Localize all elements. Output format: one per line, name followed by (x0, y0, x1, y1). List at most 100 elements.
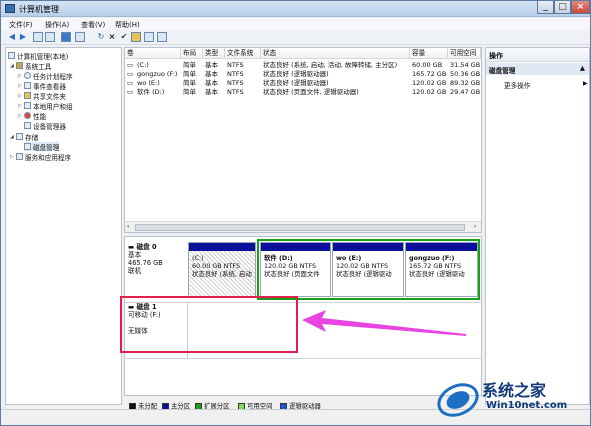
cell-volume: 软件 (D:) (137, 88, 165, 96)
tree-item-event-viewer[interactable]: ▷ 事件查看器 (18, 81, 66, 91)
window-title: 计算机管理 (19, 5, 59, 14)
volume-list: 卷 布局 类型 文件系统 状态 容量 可用空间 ▭ (C:) 简单 基本 NTF… (124, 47, 482, 233)
back-icon[interactable]: ◀ (7, 32, 17, 42)
check-icon[interactable]: ✔ (119, 32, 129, 42)
col-free-space[interactable]: 可用空间 (448, 48, 481, 59)
open-folder-icon[interactable] (131, 32, 141, 42)
disk-icon: ▬ (128, 243, 137, 251)
submenu-arrow-icon[interactable]: ▶ (583, 80, 588, 87)
tree-item-computer[interactable]: 计算机管理(本地) (8, 51, 68, 61)
tree-item-storage[interactable]: ◢ 存储 (10, 132, 38, 142)
cell-type: 基本 (205, 61, 218, 69)
table-row[interactable]: ▭ (C:) 简单 基本 NTFS 状态良好 (系统, 启动, 活动, 故障转储… (125, 61, 481, 70)
cell-fs: NTFS (227, 61, 244, 69)
actions-pane: 操作 磁盘管理 ▲ 更多操作 ▶ (485, 47, 590, 405)
cell-status: 状态良好 (逻辑驱动器) (263, 79, 329, 87)
clock-icon (24, 72, 31, 79)
watermark-title: 系统之家 (482, 381, 547, 400)
tree-item-shared-folders[interactable]: ▷ 共享文件夹 (18, 91, 66, 101)
horizontal-scrollbar[interactable]: ‹ › (125, 221, 481, 232)
tree-item-system-tools[interactable]: ◢ 系统工具 (10, 61, 51, 71)
menu-help[interactable]: 帮助(H) (115, 20, 140, 30)
scroll-right-icon[interactable]: › (474, 223, 476, 230)
cell-fs: NTFS (227, 70, 244, 78)
cell-capacity: 165.72 GB (412, 70, 447, 78)
cell-volume: (C:) (137, 61, 149, 69)
cell-type: 基本 (205, 88, 218, 96)
cell-capacity: 120.02 GB (412, 88, 447, 96)
col-status[interactable]: 状态 (261, 48, 410, 59)
tree-item-disk-management[interactable]: 磁盘管理 (24, 142, 60, 152)
title-bar[interactable]: 计算机管理 _ □ × (1, 1, 590, 17)
cell-status: 状态良好 (逻辑驱动器) (263, 70, 329, 78)
services-icon (16, 153, 23, 160)
col-layout[interactable]: 布局 (181, 48, 203, 59)
search-icon[interactable] (144, 32, 154, 42)
menu-view[interactable]: 查看(V) (81, 20, 105, 30)
drive-icon: ▭ (127, 61, 134, 69)
users-icon (24, 102, 31, 109)
scroll-left-icon[interactable]: ‹ (127, 223, 129, 230)
disk0-label[interactable]: ▬ 磁盘 0 基本 465.76 GB 联机 (128, 243, 186, 275)
cell-type: 基本 (205, 70, 218, 78)
drive-icon: ▭ (127, 88, 134, 96)
maximize-button[interactable]: □ (554, 1, 571, 14)
menu-action[interactable]: 操作(A) (45, 20, 69, 30)
partition-f[interactable]: gongzuo (F:) 165.72 GB NTFS 状态良好 (逻辑驱动 (405, 242, 478, 297)
folder-icon (24, 92, 31, 99)
partition-e[interactable]: wo (E:) 120.02 GB NTFS 状态良好 (逻辑驱动 (332, 242, 404, 297)
tree-item-local-users[interactable]: ▷ 本地用户和组 (18, 101, 73, 111)
table-row[interactable]: ▭ wo (E:) 简单 基本 NTFS 状态良好 (逻辑驱动器) 120.02… (125, 79, 481, 88)
col-volume[interactable]: 卷 (125, 48, 181, 59)
cell-capacity: 60.00 GB (412, 61, 443, 69)
collapse-up-icon[interactable]: ▲ (580, 64, 585, 72)
refresh-icon[interactable]: ↻ (96, 32, 106, 42)
menu-file[interactable]: 文件(F) (9, 20, 33, 30)
partition-c[interactable]: (C:) 60.00 GB NTFS 状态良好 (系统, 启动 (188, 242, 256, 297)
cell-layout: 简单 (183, 61, 196, 69)
table-row[interactable]: ▭ 软件 (D:) 简单 基本 NTFS 状态良好 (页面文件, 逻辑驱动器) … (125, 88, 481, 97)
cell-volume: wo (E:) (137, 79, 160, 87)
cell-volume: gongzuo (F:) (137, 70, 178, 78)
scroll-thumb[interactable] (135, 224, 465, 231)
more-actions[interactable]: 更多操作 (504, 80, 530, 90)
menu-bar: 文件(F) 操作(A) 查看(V) 帮助(H) (1, 18, 590, 30)
table-row[interactable]: ▭ gongzuo (F:) 简单 基本 NTFS 状态良好 (逻辑驱动器) 1… (125, 70, 481, 79)
actions-header: 操作 (486, 48, 589, 62)
watermark-logo-icon (437, 383, 479, 417)
cell-status: 状态良好 (系统, 启动, 活动, 故障转储, 主分区) (263, 61, 398, 69)
show-tree-icon[interactable] (45, 32, 55, 42)
drive-icon: ▭ (127, 79, 134, 87)
navigation-tree: 计算机管理(本地) ◢ 系统工具 ▷ 任务计划程序 ▷ 事件查看器 ▷ 共享文件… (5, 47, 122, 405)
watermark: 系统之家 Win10net.com (434, 372, 591, 426)
disk-icon (24, 143, 31, 150)
minimize-button[interactable]: _ (537, 1, 554, 14)
tools-icon (16, 62, 23, 69)
tree-item-device-manager[interactable]: 设备管理器 (24, 121, 66, 131)
annotation-arrow (302, 310, 466, 336)
cell-capacity: 120.02 GB (412, 79, 447, 87)
drive-icon: ▭ (127, 70, 134, 78)
close-button[interactable]: × (571, 1, 590, 14)
cell-layout: 简单 (183, 70, 196, 78)
col-capacity[interactable]: 容量 (410, 48, 448, 59)
cell-status: 状态良好 (页面文件, 逻辑驱动器) (263, 88, 359, 96)
cell-free: 89.32 GB (450, 79, 481, 87)
cell-layout: 简单 (183, 79, 196, 87)
actions-section-disk-management[interactable]: 磁盘管理 ▲ (486, 63, 589, 75)
up-icon[interactable] (33, 32, 43, 42)
view-icon[interactable] (157, 32, 167, 42)
event-icon (24, 82, 31, 89)
help-icon[interactable] (61, 32, 71, 42)
col-filesystem[interactable]: 文件系统 (225, 48, 261, 59)
properties-icon[interactable] (75, 32, 85, 42)
device-icon (24, 122, 31, 129)
col-type[interactable]: 类型 (203, 48, 225, 59)
tree-item-services[interactable]: ▷ 服务和应用程序 (10, 152, 71, 162)
tree-item-task-scheduler[interactable]: ▷ 任务计划程序 (18, 71, 73, 81)
delete-icon[interactable]: × (107, 32, 117, 42)
computer-management-icon (5, 4, 15, 13)
forward-icon[interactable]: ▶ (18, 32, 28, 42)
partition-d[interactable]: 软件 (D:) 120.02 GB NTFS 状态良好 (页面文件 (260, 242, 331, 297)
tree-item-performance[interactable]: ▷ 性能 (18, 111, 46, 121)
